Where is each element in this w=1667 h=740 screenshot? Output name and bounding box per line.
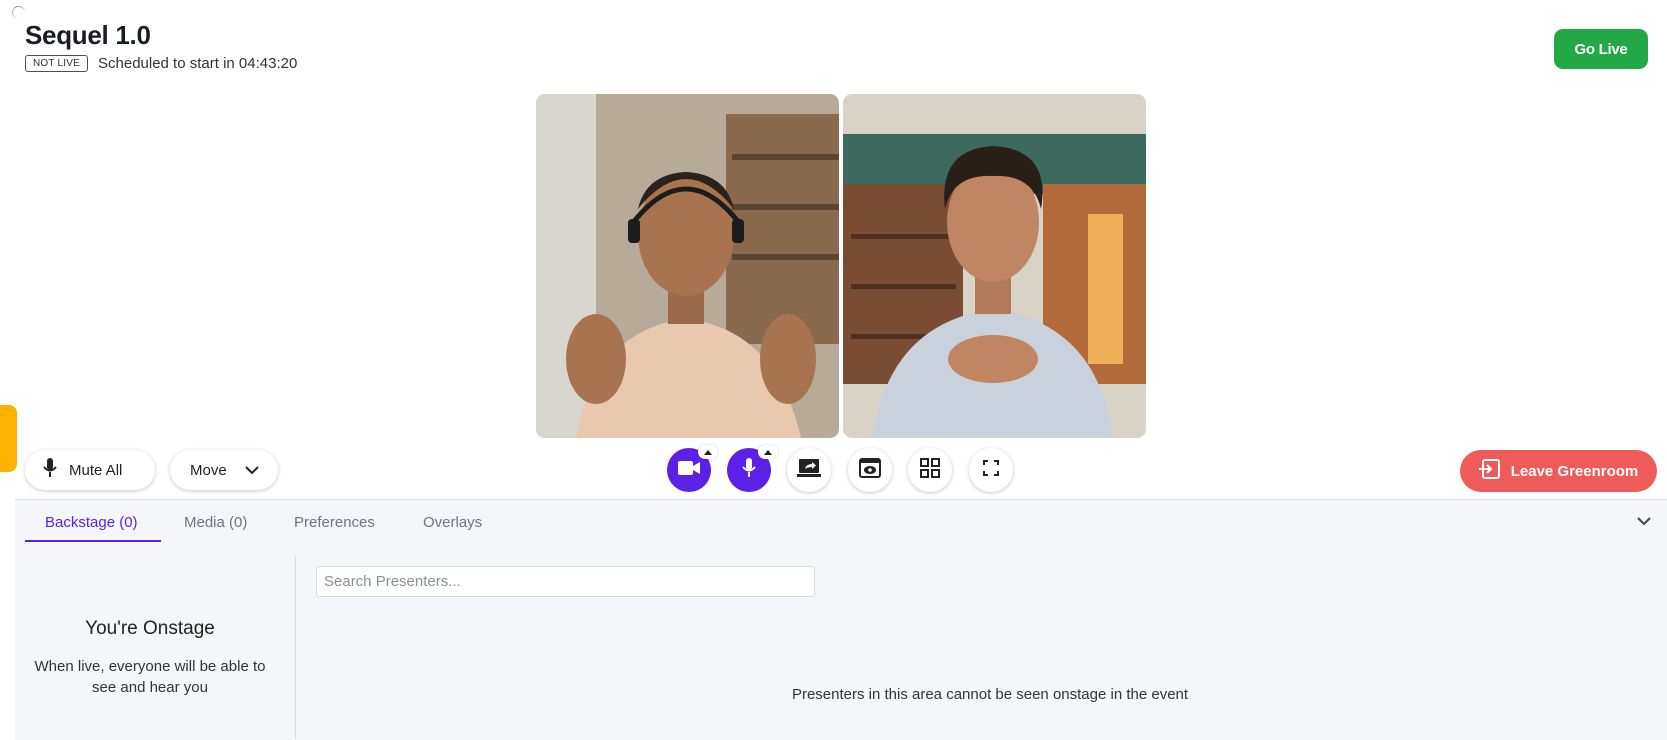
exit-icon (1478, 459, 1501, 483)
presenter-1-image (536, 94, 839, 438)
share-screen-button[interactable] (787, 448, 831, 492)
caret-up-icon (764, 449, 772, 455)
layout-button[interactable] (908, 448, 952, 492)
fullscreen-button[interactable] (969, 448, 1013, 492)
event-status-row: NOT LIVE Scheduled to start in 04:43:20 (25, 55, 297, 72)
camera-icon (678, 460, 700, 481)
presenter-2-image (843, 94, 1146, 438)
chevron-down-icon (244, 462, 259, 479)
microphone-icon (43, 458, 57, 482)
search-presenters-input[interactable] (316, 566, 815, 597)
side-drawer-tab[interactable] (0, 405, 17, 472)
camera-options-caret[interactable] (698, 445, 718, 459)
panel-divider (295, 556, 296, 739)
mute-all-label: Mute All (69, 461, 123, 479)
caret-up-icon (704, 449, 712, 455)
active-tab-indicator (25, 540, 161, 542)
move-dropdown[interactable]: Move (170, 450, 278, 490)
tab-media[interactable]: Media (0) (184, 514, 247, 531)
leave-greenroom-label: Leave Greenroom (1510, 462, 1639, 480)
move-label: Move (190, 461, 227, 479)
preview-button[interactable] (848, 448, 892, 492)
backstage-empty-message: Presenters in this area cannot be seen o… (791, 686, 1189, 703)
status-badge: NOT LIVE (25, 55, 88, 72)
layout-grid-icon (920, 457, 940, 483)
onstage-description: When live, everyone will be able to see … (34, 658, 266, 696)
presenter-video-2[interactable] (843, 94, 1146, 438)
share-screen-icon (797, 458, 821, 482)
chevron-down-icon (1637, 517, 1651, 526)
tab-preferences[interactable]: Preferences (294, 514, 375, 531)
presenter-video-1[interactable] (536, 94, 839, 438)
event-title: Sequel 1.0 (25, 20, 151, 50)
preview-icon (859, 457, 881, 483)
leave-greenroom-button[interactable]: Leave Greenroom (1460, 450, 1657, 492)
tab-backstage[interactable]: Backstage (0) (45, 514, 138, 531)
onstage-title: You're Onstage (85, 618, 215, 639)
go-live-button[interactable]: Go Live (1554, 29, 1648, 69)
mute-all-button[interactable]: Mute All (25, 450, 155, 490)
loading-spinner (12, 6, 25, 19)
fullscreen-icon (983, 459, 999, 481)
microphone-icon (742, 457, 756, 483)
tab-overlays[interactable]: Overlays (423, 514, 482, 531)
microphone-options-caret[interactable] (758, 445, 778, 459)
schedule-countdown: Scheduled to start in 04:43:20 (98, 55, 298, 72)
collapse-panel-button[interactable] (1636, 513, 1652, 531)
